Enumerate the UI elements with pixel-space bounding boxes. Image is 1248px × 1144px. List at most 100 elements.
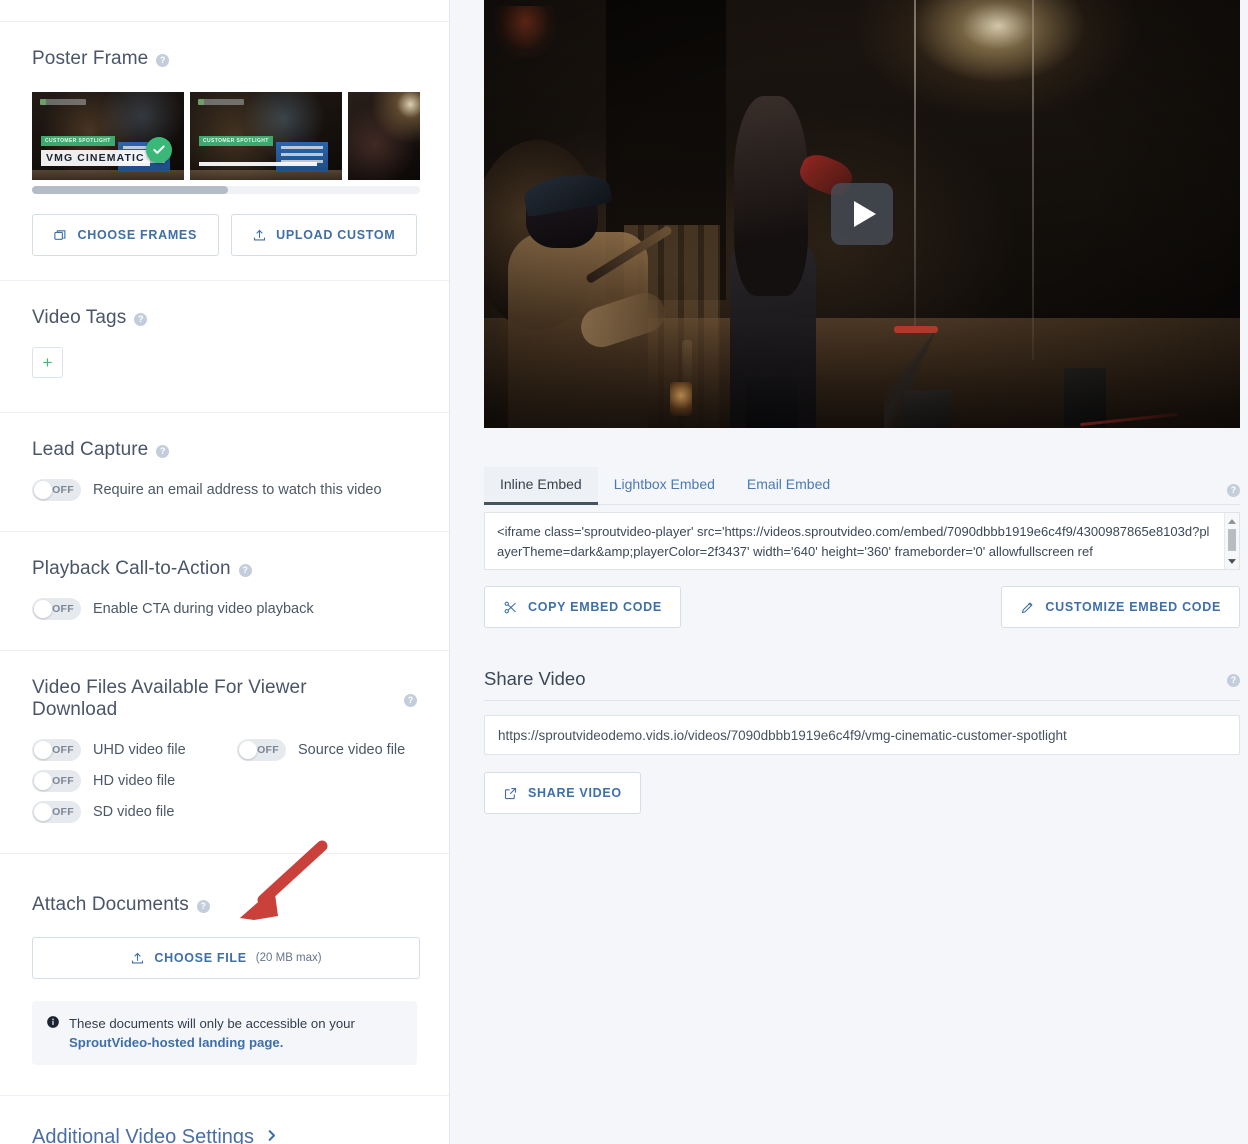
lead-capture-row: OFF Require an email address to watch th…	[32, 479, 417, 501]
download-row-uhd: OFF UHD video file	[32, 739, 237, 761]
lead-capture-section: Lead Capture ? OFF Require an email addr…	[0, 413, 449, 532]
help-circle-icon[interactable]: ?	[134, 313, 147, 326]
toggle-knob	[239, 741, 257, 759]
tab-lightbox-embed[interactable]: Lightbox Embed	[598, 467, 731, 505]
hd-toggle[interactable]: OFF	[32, 770, 81, 792]
poster-frame-title: Poster Frame	[32, 48, 148, 70]
download-grid-spacer	[237, 761, 417, 792]
playback-cta-title: Playback Call-to-Action	[32, 558, 231, 580]
toggle-state: OFF	[52, 801, 74, 823]
share-video-label: SHARE VIDEO	[528, 786, 622, 800]
chevron-right-icon	[264, 1128, 279, 1144]
choose-file-hint: (20 MB max)	[256, 952, 322, 964]
video-tags-title: Video Tags	[32, 307, 126, 329]
thumbnail-title	[199, 162, 317, 166]
playback-cta-toggle-label: Enable CTA during video playback	[93, 601, 314, 617]
toggle-knob	[34, 772, 52, 790]
playback-cta-heading: Playback Call-to-Action ?	[32, 558, 417, 580]
playback-cta-toggle[interactable]: OFF	[32, 598, 81, 620]
copy-embed-code-label: COPY EMBED CODE	[528, 600, 662, 614]
thumbnail-title: VMG CINEMATIC	[41, 150, 150, 166]
thumbnail-badge: CUSTOMER SPOTLIGHT	[41, 136, 115, 146]
help-circle-icon[interactable]: ?	[156, 445, 169, 458]
uhd-toggle[interactable]: OFF	[32, 739, 81, 761]
share-external-icon	[503, 786, 518, 801]
play-button-icon[interactable]	[831, 183, 893, 245]
share-video-heading: Share Video ?	[484, 668, 1240, 701]
thumbnail-image	[348, 92, 420, 180]
lead-capture-title: Lead Capture	[32, 439, 148, 461]
sproutvideo-landing-page-link[interactable]: SproutVideo-hosted landing page.	[69, 1035, 283, 1050]
thumbnail-scrollbar[interactable]	[32, 186, 420, 194]
video-player[interactable]	[484, 0, 1240, 428]
embed-tabs: Inline Embed Lightbox Embed Email Embed …	[484, 466, 1240, 505]
selected-check-icon	[146, 137, 172, 163]
tab-inline-embed[interactable]: Inline Embed	[484, 467, 598, 505]
thumbnail-scrollbar-thumb[interactable]	[32, 186, 228, 194]
toggle-state: OFF	[52, 479, 74, 501]
poster-frame-thumbnail-list[interactable]: CUSTOMER SPOTLIGHT VMG CINEMATIC CUSTOME…	[32, 92, 420, 180]
scroll-down-icon[interactable]	[1225, 555, 1239, 567]
poster-frame-heading: Poster Frame ?	[32, 48, 417, 70]
video-settings-page: Poster Frame ? CUSTOMER SPOTLIGHT VMG CI…	[0, 0, 1248, 1144]
embed-code-text[interactable]: <iframe class='sproutvideo-player' src='…	[485, 513, 1224, 569]
share-video-url-input[interactable]: https://sproutvideodemo.vids.io/videos/7…	[484, 715, 1240, 755]
lead-capture-heading: Lead Capture ?	[32, 439, 417, 461]
share-video-button[interactable]: SHARE VIDEO	[484, 772, 641, 814]
uhd-label: UHD video file	[93, 742, 186, 758]
poster-thumbnail-3[interactable]	[348, 92, 420, 180]
customize-embed-code-label: CUSTOMIZE EMBED CODE	[1045, 600, 1221, 614]
documents-info-line1: These documents will only be accessible …	[69, 1016, 355, 1031]
source-label: Source video file	[298, 742, 405, 758]
upload-icon	[130, 951, 145, 966]
download-row-sd: OFF SD video file	[32, 801, 237, 823]
help-circle-icon[interactable]: ?	[404, 694, 417, 707]
play-triangle	[854, 201, 876, 227]
viewer-download-heading: Video Files Available For Viewer Downloa…	[32, 677, 417, 721]
documents-info-text: These documents will only be accessible …	[69, 1014, 355, 1052]
embed-action-buttons: COPY EMBED CODE CUSTOMIZE EMBED CODE	[484, 586, 1240, 628]
help-circle-icon[interactable]: ?	[197, 900, 210, 913]
hd-label: HD video file	[93, 773, 175, 789]
documents-info-callout: These documents will only be accessible …	[32, 1001, 417, 1065]
choose-file-button[interactable]: CHOOSE FILE (20 MB max)	[32, 937, 420, 979]
playback-cta-row: OFF Enable CTA during video playback	[32, 598, 417, 620]
attach-documents-section: Attach Documents ? CHOOSE FILE (20 MB ma…	[0, 854, 449, 1096]
poster-thumbnail-1[interactable]: CUSTOMER SPOTLIGHT VMG CINEMATIC	[32, 92, 184, 180]
download-row-source: OFF Source video file	[237, 739, 417, 761]
viewer-download-section: Video Files Available For Viewer Downloa…	[0, 651, 449, 854]
embed-section: Inline Embed Lightbox Embed Email Embed …	[484, 466, 1240, 814]
additional-video-settings-label: Additional Video Settings	[32, 1126, 254, 1144]
toggle-knob	[34, 741, 52, 759]
tab-email-embed[interactable]: Email Embed	[731, 467, 846, 505]
embed-code-box[interactable]: <iframe class='sproutvideo-player' src='…	[484, 512, 1240, 570]
scroll-up-icon[interactable]	[1225, 515, 1239, 527]
poster-thumbnail-2[interactable]: CUSTOMER SPOTLIGHT	[190, 92, 342, 180]
help-circle-icon[interactable]: ?	[1227, 674, 1240, 687]
preview-panel: Inline Embed Lightbox Embed Email Embed …	[450, 0, 1248, 1144]
customize-embed-code-button[interactable]: CUSTOMIZE EMBED CODE	[1001, 586, 1240, 628]
poster-frame-section: Poster Frame ? CUSTOMER SPOTLIGHT VMG CI…	[0, 22, 449, 281]
section-divider-top	[0, 0, 449, 22]
toggle-state: OFF	[52, 770, 74, 792]
help-circle-icon[interactable]: ?	[1227, 484, 1240, 497]
scrollbar-thumb[interactable]	[1228, 529, 1236, 551]
upload-custom-button[interactable]: UPLOAD CUSTOM	[231, 214, 418, 256]
lead-capture-toggle-label: Require an email address to watch this v…	[93, 482, 382, 498]
additional-video-settings-button[interactable]: Additional Video Settings	[0, 1096, 449, 1144]
playback-cta-section: Playback Call-to-Action ? OFF Enable CTA…	[0, 532, 449, 651]
thumbnail-logo	[40, 99, 86, 105]
copy-embed-code-button[interactable]: COPY EMBED CODE	[484, 586, 681, 628]
sd-toggle[interactable]: OFF	[32, 801, 81, 823]
attach-documents-title: Attach Documents	[32, 894, 189, 916]
embed-code-scrollbar[interactable]	[1224, 513, 1239, 569]
toggle-knob	[34, 803, 52, 821]
toggle-knob	[34, 600, 52, 618]
source-toggle[interactable]: OFF	[237, 739, 286, 761]
help-circle-icon[interactable]: ?	[156, 54, 169, 67]
lead-capture-toggle[interactable]: OFF	[32, 479, 81, 501]
thumbnail-logo	[198, 99, 244, 105]
help-circle-icon[interactable]: ?	[239, 564, 252, 577]
add-tag-button[interactable]: +	[32, 347, 63, 378]
choose-frames-button[interactable]: CHOOSE FRAMES	[32, 214, 219, 256]
